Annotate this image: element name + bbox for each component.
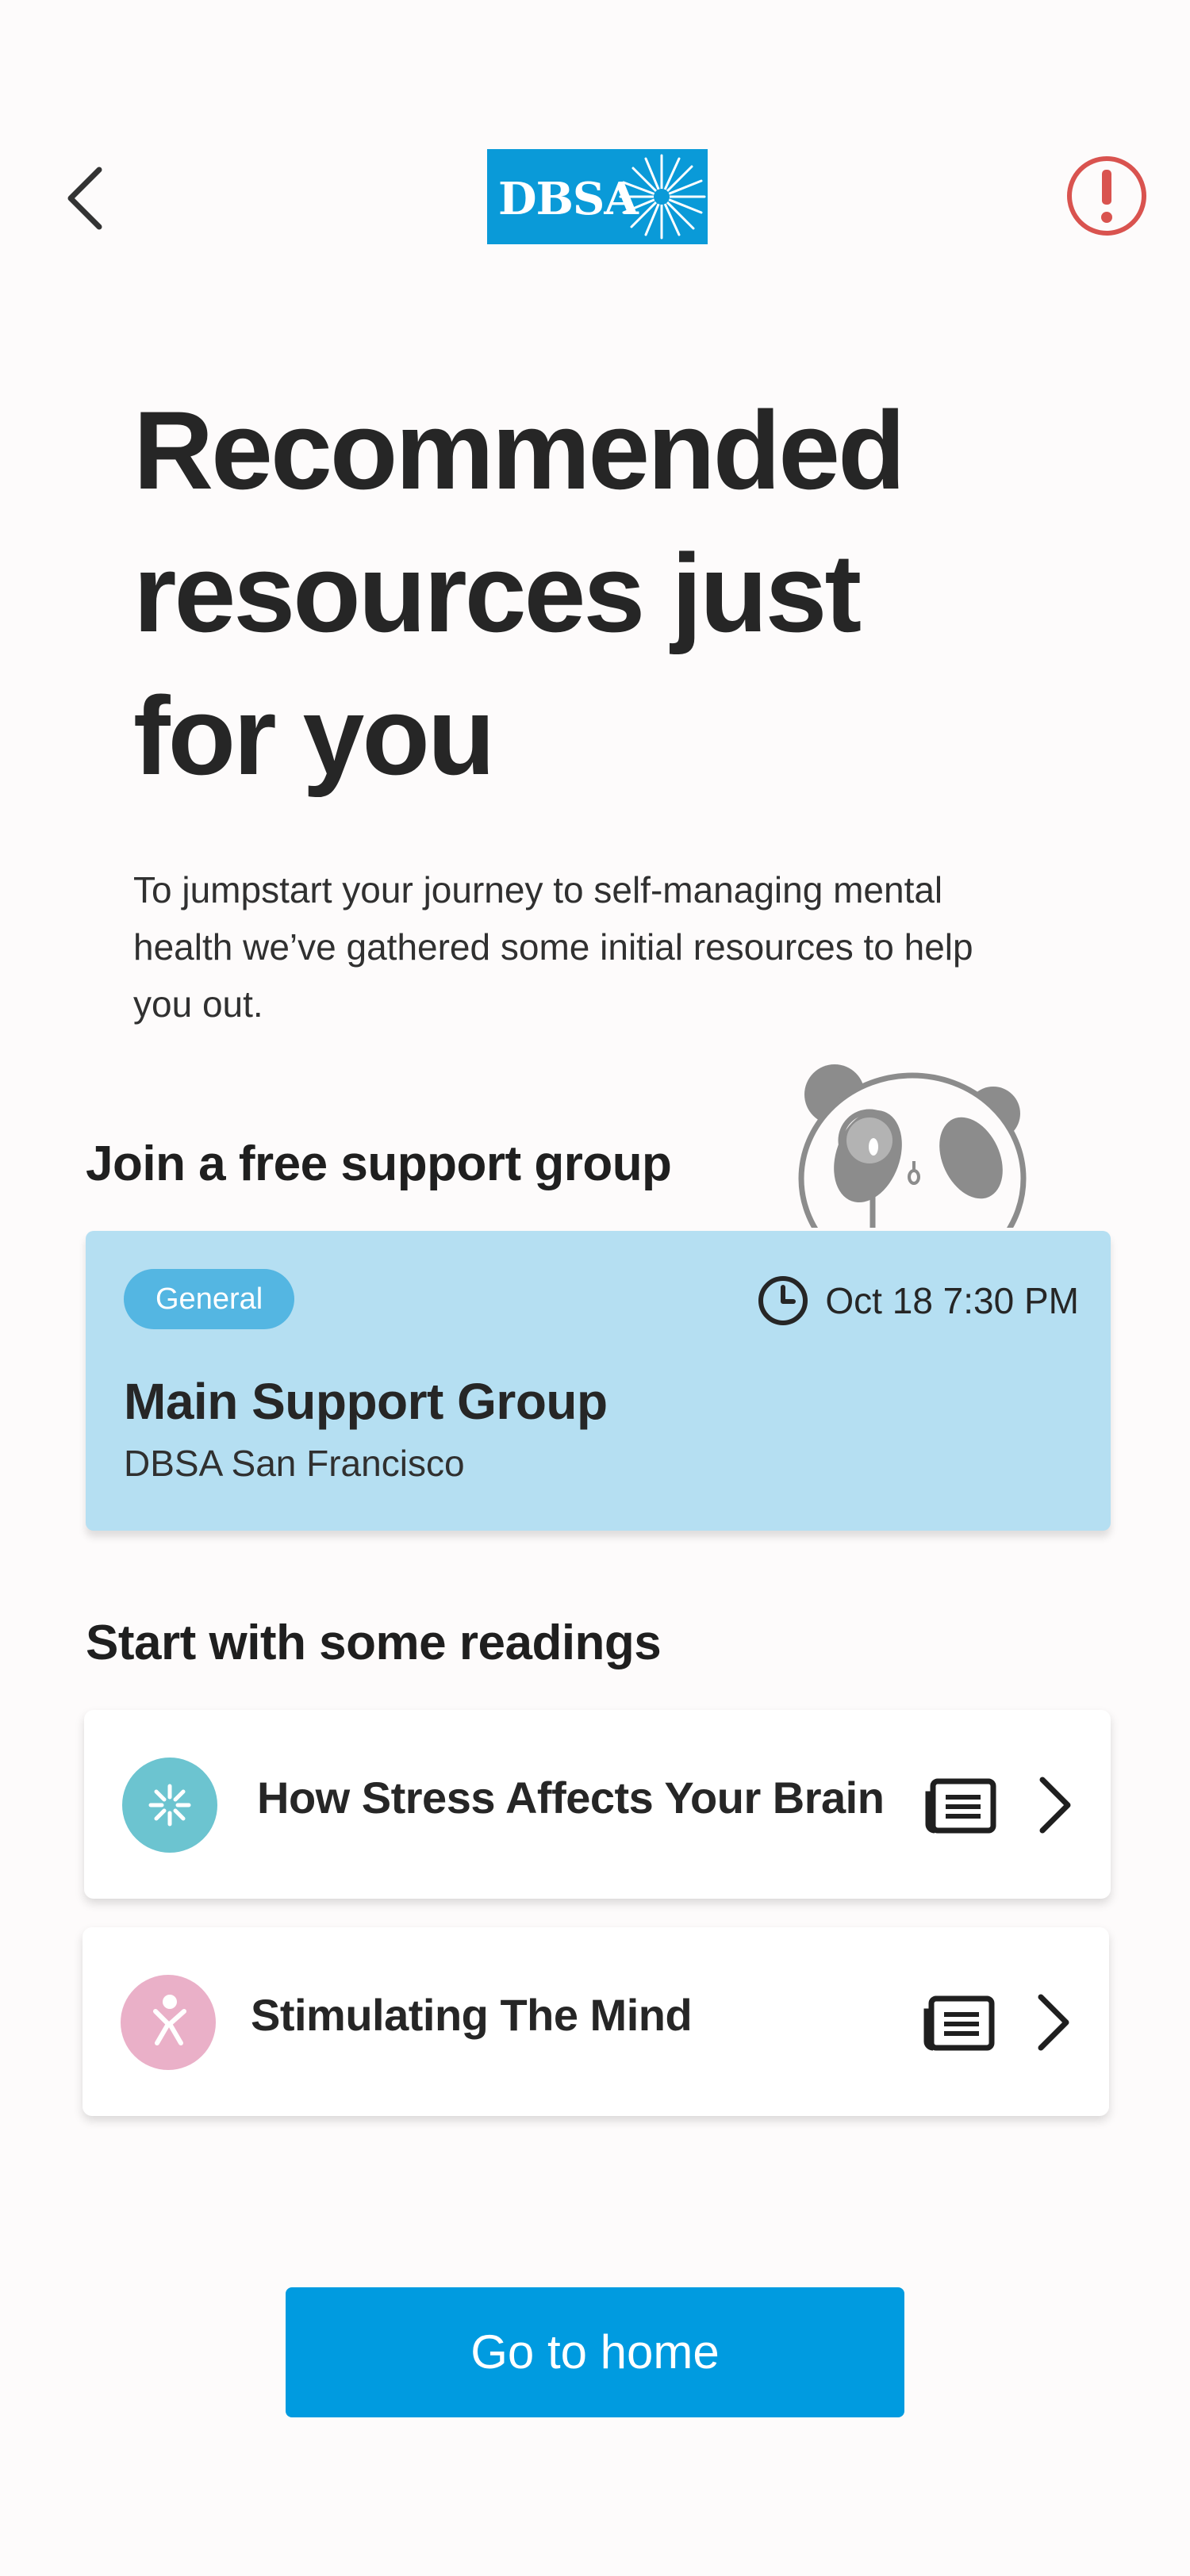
readings-heading: Start with some readings xyxy=(86,1616,662,1670)
reading-card[interactable]: Stimulating The Mind xyxy=(83,1927,1109,2116)
article-icon xyxy=(925,1778,996,1834)
back-button[interactable] xyxy=(49,151,121,246)
meeting-time-text: Oct 18 7:30 PM xyxy=(825,1280,1079,1321)
group-title: Main Support Group xyxy=(124,1373,608,1430)
starburst-icon xyxy=(619,154,706,240)
go-to-home-button[interactable]: Go to home xyxy=(286,2287,904,2417)
support-group-card[interactable]: General Oct 18 7:30 PM Main Support Grou… xyxy=(86,1231,1111,1531)
person-jumping-icon xyxy=(153,1995,186,2045)
chevron-right-icon xyxy=(1038,1994,1069,2051)
reading-card[interactable]: How Stress Affects Your Brain xyxy=(84,1710,1111,1899)
page-title: Recommended resources just for you xyxy=(133,388,906,798)
recommended-resources-screen: DBSA Recommended resources just for you … xyxy=(0,0,1190,2576)
panda-mascot-icon xyxy=(785,1064,1039,1232)
dbsa-logo: DBSA xyxy=(487,149,708,244)
reading-title: How Stress Affects Your Brain xyxy=(257,1773,885,1823)
group-organization: DBSA San Francisco xyxy=(124,1443,465,1484)
alert-button[interactable] xyxy=(1063,152,1150,240)
chevron-left-icon xyxy=(67,167,102,230)
clock-icon xyxy=(758,1276,808,1325)
reading-thumbnail xyxy=(122,1758,217,1853)
page-subtitle: To jumpstart your journey to self-managi… xyxy=(133,869,973,1025)
reading-title: Stimulating The Mind xyxy=(251,1990,693,2040)
category-tag: General xyxy=(124,1269,295,1329)
reading-thumbnail xyxy=(121,1975,216,2070)
article-icon xyxy=(923,1995,995,2051)
exclamation-circle-icon xyxy=(1067,156,1146,236)
chevron-right-icon xyxy=(1039,1777,1071,1834)
sparkle-icon xyxy=(148,1784,191,1827)
support-group-heading: Join a free support group xyxy=(86,1137,672,1191)
meeting-time: Oct 18 7:30 PM xyxy=(757,1271,1079,1331)
